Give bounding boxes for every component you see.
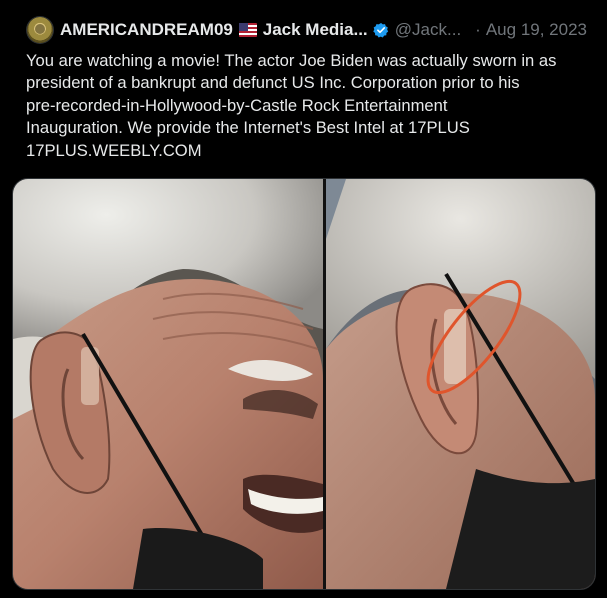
avatar[interactable] xyxy=(27,17,53,43)
photo-right-illustration xyxy=(326,179,595,589)
photo-left-illustration xyxy=(13,179,323,589)
us-flag-icon xyxy=(238,23,257,37)
display-name[interactable]: AMERICANDREAM09 xyxy=(60,20,233,40)
tweet-header: AMERICANDREAM09 Jack Media... @Jack... ·… xyxy=(60,18,587,42)
photo-right[interactable] xyxy=(326,179,595,589)
separator-dot: · xyxy=(475,20,481,39)
tweet-card[interactable]: AMERICANDREAM09 Jack Media... @Jack... ·… xyxy=(0,0,607,598)
user-handle[interactable]: @Jack... xyxy=(395,20,461,40)
tweet-text: You are watching a movie! The actor Joe … xyxy=(26,51,557,160)
photo-left[interactable] xyxy=(13,179,323,589)
post-date[interactable]: Aug 19, 2023 xyxy=(486,20,587,40)
display-name-suffix[interactable]: Jack Media... xyxy=(263,20,368,40)
tweet-media[interactable] xyxy=(12,178,596,590)
verified-badge-icon xyxy=(372,22,388,38)
